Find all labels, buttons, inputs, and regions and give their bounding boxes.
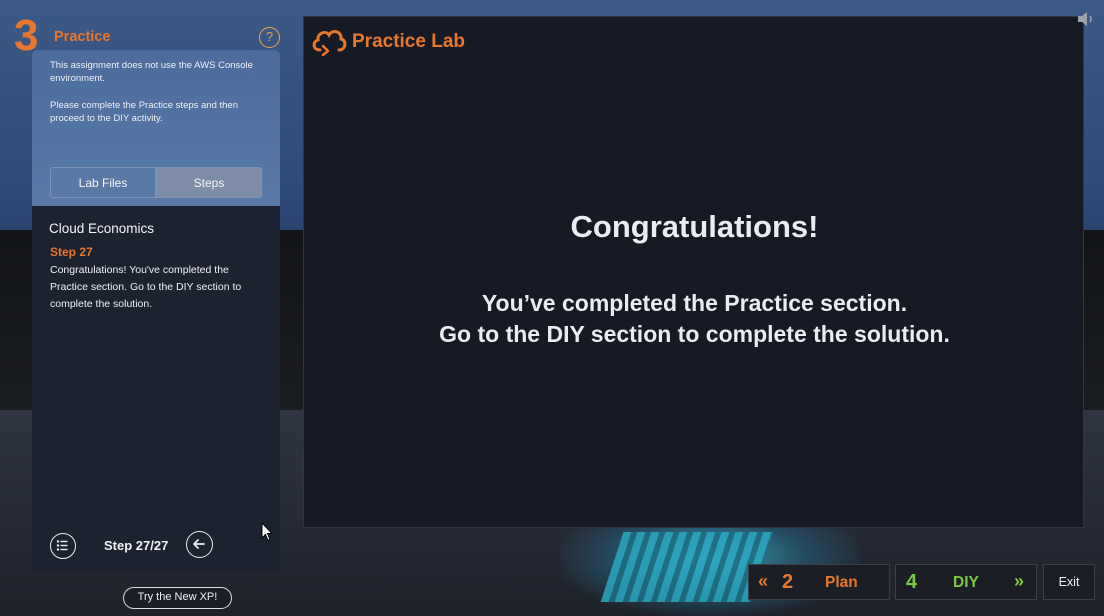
steps-panel-body [32,206,280,570]
practice-lab-panel: Practice Lab Congratulations! You’ve com… [303,16,1084,528]
speaker-icon[interactable] [1076,10,1098,28]
phase-number: 3 [14,11,39,60]
steps-panel-header: This assignment does not use the AWS Con… [32,50,280,206]
diy-nav-button[interactable]: 4 DIY » [895,564,1037,600]
list-icon [56,540,68,551]
plan-label: Plan [825,574,858,591]
help-icon[interactable]: ? [259,27,280,48]
tab-lab-files[interactable]: Lab Files [50,167,156,198]
exit-button[interactable]: Exit [1043,564,1095,600]
plan-nav-button[interactable]: « 2 Plan [748,564,890,600]
step-description: Congratulations! You've completed the Pr… [50,264,242,310]
completion-message-line2: Go to the DIY section to complete the so… [439,321,950,347]
try-new-xp-button[interactable]: Try the New XP! [123,587,232,609]
tab-steps[interactable]: Steps [156,167,262,198]
diy-label: DIY [953,574,979,591]
previous-step-button[interactable] [186,531,213,558]
section-title: Cloud Economics [49,221,155,236]
info-text-2: Please complete the Practice steps and t… [50,100,239,124]
mouse-cursor-icon [261,522,273,542]
congratulations-heading: Congratulations! [570,209,819,244]
diy-number: 4 [906,571,918,593]
step-counter: Step 27/27 [104,538,169,553]
completion-message-line1: You’ve completed the Practice section. [481,290,908,316]
lab-title: Practice Lab [352,31,465,52]
cloud-logo-icon [312,30,347,56]
phase-name: Practice [54,29,111,45]
step-label: Step 27 [50,245,93,259]
double-chevron-left-icon: « [758,571,769,591]
steps-panel: This assignment does not use the AWS Con… [32,50,280,570]
arrow-left-icon [193,539,205,549]
info-text-1: This assignment does not use the AWS Con… [50,60,253,84]
double-chevron-right-icon: » [1014,571,1025,591]
plan-number: 2 [782,571,794,593]
step-list-button[interactable] [50,533,76,559]
